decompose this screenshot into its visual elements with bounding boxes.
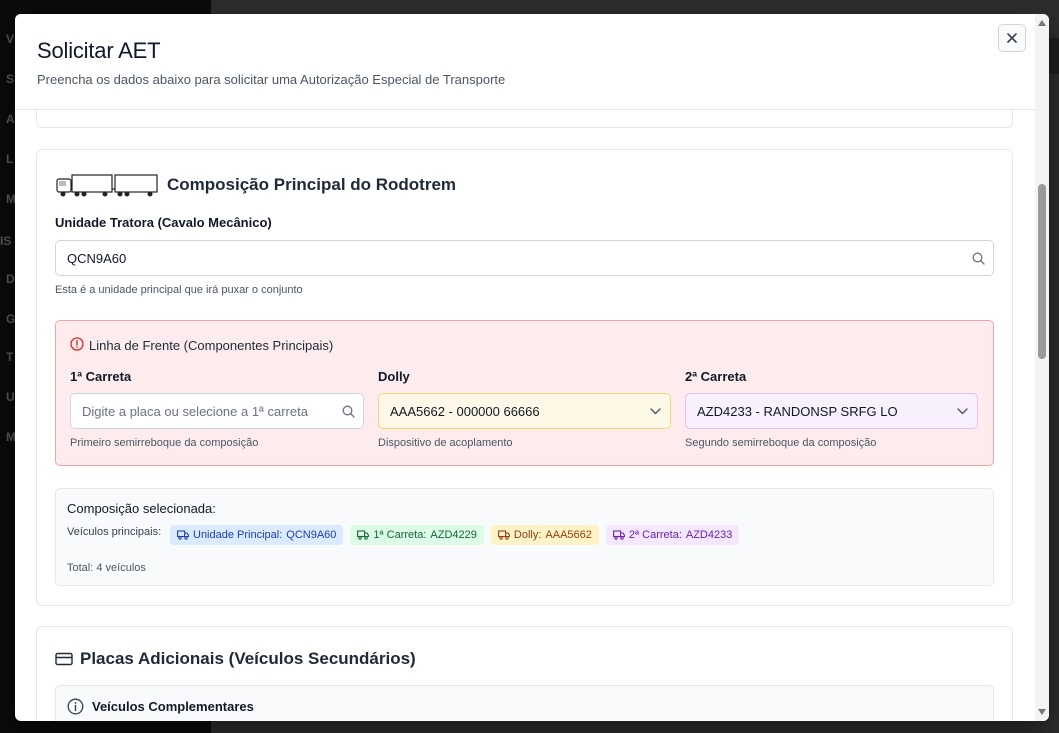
additional-title: Placas Adicionais (Veículos Secundários) bbox=[80, 649, 416, 668]
first-trailer-placeholder: Digite a placa ou selecione a 1ª carreta bbox=[82, 403, 308, 419]
tractor-label: Unidade Tratora (Cavalo Mecânico) bbox=[55, 215, 272, 230]
badge-first-trailer: 1ª Carreta: AZD4229 bbox=[350, 525, 484, 545]
second-trailer-select[interactable]: AZD4233 - RANDONSP SRFG LO bbox=[685, 393, 978, 429]
tractor-help: Esta é a unidade principal que irá puxar… bbox=[55, 284, 303, 296]
tractor-value: QCN9A60 bbox=[67, 250, 127, 266]
main-composition-card: Composição Principal do Rodotrem Unidade… bbox=[36, 149, 1013, 606]
badge-plate: AZD4233 bbox=[685, 529, 733, 541]
backdrop-letter: V bbox=[6, 32, 15, 46]
tractor-input[interactable]: QCN9A60 bbox=[55, 240, 994, 276]
chevron-down-icon bbox=[640, 407, 670, 415]
search-icon bbox=[963, 252, 993, 265]
scroll-down-icon[interactable] bbox=[1038, 709, 1046, 715]
backdrop-letter: U bbox=[6, 390, 15, 404]
badge-plate: AAA5662 bbox=[545, 529, 592, 541]
badge-dolly: Dolly: AAA5662 bbox=[490, 525, 599, 545]
credit-card-icon bbox=[55, 652, 73, 666]
badge-second-trailer: 2ª Carreta: AZD4233 bbox=[605, 525, 740, 545]
vehicle-badges: Unidade Principal: QCN9A60 1ª Carreta: AZD… bbox=[170, 525, 740, 545]
complementary-vehicles-panel: Veículos Complementares bbox=[55, 685, 994, 721]
second-trailer-help: Segundo semirreboque da composição bbox=[685, 437, 877, 449]
dolly-select[interactable]: AAA5662 - 000000 66666 bbox=[378, 393, 671, 429]
additional-plates-card: Placas Adicionais (Veículos Secundários)… bbox=[36, 626, 1013, 721]
modal-title: Solicitar AET bbox=[37, 38, 161, 63]
request-aet-modal: Solicitar AET Preencha os dados abaixo p… bbox=[15, 14, 1049, 721]
second-trailer-label: 2ª Carreta bbox=[685, 369, 747, 384]
chevron-down-icon bbox=[947, 407, 977, 415]
badge-main-unit: Unidade Principal: QCN9A60 bbox=[170, 525, 344, 545]
backdrop-letter: D bbox=[6, 272, 15, 286]
close-button[interactable] bbox=[998, 24, 1026, 52]
complementary-title: Veículos Complementares bbox=[92, 699, 254, 714]
dolly-label: Dolly bbox=[378, 369, 410, 384]
backdrop-letter: S bbox=[6, 72, 15, 86]
badge-plate: AZD4229 bbox=[430, 529, 477, 541]
scroll-thumb[interactable] bbox=[1038, 184, 1046, 359]
second-trailer-value: AZD4233 - RANDONSP SRFG LO bbox=[697, 403, 898, 419]
search-icon bbox=[333, 405, 363, 418]
close-icon bbox=[1007, 33, 1017, 43]
selected-composition-summary: Composição selecionada: Veículos princip… bbox=[55, 488, 994, 586]
alert-circle-icon bbox=[70, 337, 84, 351]
modal-scrollbar[interactable] bbox=[1035, 14, 1049, 721]
first-trailer-help: Primeiro semirreboque da composição bbox=[70, 437, 259, 449]
first-trailer-input[interactable]: Digite a placa ou selecione a 1ª carreta bbox=[70, 393, 364, 429]
badge-plate: QCN9A60 bbox=[286, 529, 337, 541]
truck-icon bbox=[177, 530, 189, 540]
backdrop-letter: L bbox=[6, 152, 14, 166]
badge-prefix: 2ª Carreta: bbox=[628, 529, 682, 541]
truck-icon bbox=[357, 530, 370, 540]
backdrop-letter: IS bbox=[0, 234, 12, 248]
first-trailer-label: 1ª Carreta bbox=[70, 369, 132, 384]
main-vehicles-label: Veículos principais: bbox=[67, 526, 162, 538]
badge-prefix: Unidade Principal: bbox=[193, 529, 283, 541]
dolly-help: Dispositivo de acoplamento bbox=[378, 437, 513, 449]
previous-section-card bbox=[36, 110, 1013, 128]
info-icon bbox=[67, 698, 84, 715]
badge-prefix: Dolly: bbox=[513, 529, 542, 541]
modal-header: Solicitar AET Preencha os dados abaixo p… bbox=[15, 14, 1035, 110]
backdrop-letter: T bbox=[6, 350, 14, 364]
badge-prefix: 1ª Carreta: bbox=[373, 529, 427, 541]
backdrop-letter: G bbox=[6, 312, 16, 326]
modal-subtitle: Preencha os dados abaixo para solicitar … bbox=[37, 72, 506, 87]
truck-icon bbox=[612, 530, 625, 540]
backdrop-letter: A bbox=[6, 112, 15, 126]
scroll-up-icon[interactable] bbox=[1038, 20, 1046, 26]
front-line-panel: Linha de Frente (Componentes Principais)… bbox=[55, 320, 994, 466]
total-vehicles: Total: 4 veículos bbox=[67, 562, 146, 574]
dolly-value: AAA5662 - 000000 66666 bbox=[390, 403, 540, 419]
summary-title: Composição selecionada: bbox=[67, 501, 216, 516]
composition-title: Composição Principal do Rodotrem bbox=[167, 175, 457, 194]
front-line-title: Linha de Frente (Componentes Principais) bbox=[89, 338, 334, 353]
truck-icon bbox=[497, 530, 510, 540]
modal-body: Composição Principal do Rodotrem Unidade… bbox=[15, 110, 1035, 721]
road-train-icon bbox=[56, 174, 158, 197]
